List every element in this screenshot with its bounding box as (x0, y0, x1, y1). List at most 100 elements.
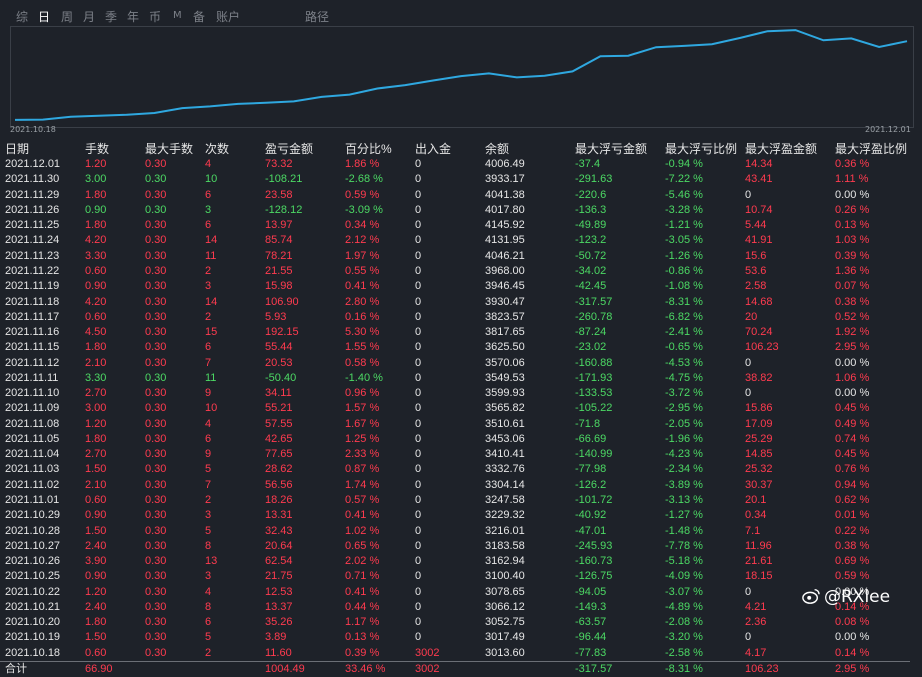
cell-mflp: -3.13 % (665, 493, 703, 506)
cell-pnl: 32.43 (265, 524, 293, 537)
table-row[interactable]: 2021.11.12 2.10 0.30 7 20.53 0.58 % 0 3570.06 -1… (0, 355, 910, 370)
cell-io: 3002 (410, 660, 480, 677)
column-header-io[interactable]: 出入金 (410, 140, 480, 157)
tab-account[interactable]: 账户 (216, 8, 240, 25)
table-row[interactable]: 2021.11.18 4.20 0.30 14 106.90 2.80 % 0 3930.47… (0, 294, 910, 309)
table-row[interactable]: 2021.11.04 2.70 0.30 9 77.65 2.33 % 0 3410.41 -1… (0, 447, 910, 462)
column-header-lots[interactable]: 手数 (80, 140, 140, 157)
cell-mfl: -136.3 (575, 203, 607, 216)
table-row[interactable]: 2021.10.21 2.40 0.30 8 13.37 0.44 % 0 3066.12 -1… (0, 600, 910, 615)
tab-note[interactable]: 备 (193, 8, 205, 25)
cell-date: 2021.10.27 (5, 539, 61, 552)
cell-max-lots: 0.30 (145, 555, 167, 568)
cell-max-lots: 0.30 (145, 219, 167, 232)
cell-pct: 1.02 % (345, 524, 380, 537)
cell-date: 2021.11.17 (5, 310, 60, 323)
cell-mfpp: 0.36 % (835, 158, 870, 171)
tab-overview[interactable]: 综 (16, 8, 28, 25)
cell-pnl: 35.26 (265, 616, 293, 629)
cell-count: 15 (205, 326, 218, 339)
cell-lots: 4.50 (85, 326, 107, 339)
cell-count: 3 (205, 203, 212, 216)
column-header-mfl[interactable]: 最大浮亏金额 (570, 140, 660, 157)
table-row[interactable]: 2021.10.22 1.20 0.30 4 12.53 0.41 % 0 3078.65 -9… (0, 584, 910, 599)
cell-mflp: -3.72 % (665, 387, 703, 400)
cell-io: 0 (415, 280, 422, 293)
table-row[interactable]: 2021.10.19 1.50 0.30 5 3.89 0.13 % 0 3017.49 -96… (0, 630, 910, 645)
cell-balance: 3332.76 (485, 463, 525, 476)
cell-mflp: -2.08 % (665, 616, 703, 629)
table-row[interactable]: 2021.11.03 1.50 0.30 5 28.62 0.87 % 0 3332.76 -7… (0, 462, 910, 477)
column-header-mfpp[interactable]: 最大浮盈比例 (830, 140, 910, 157)
table-row[interactable]: 2021.12.01 1.20 0.30 4 73.32 1.86 % 0 4006.49 -3… (0, 157, 910, 172)
cell-pct: -2.68 % (345, 173, 383, 186)
table-total-row[interactable]: 合计 66.90 1004.49 33.46 % 3002 -317.57 -8.31 % 1… (0, 660, 910, 677)
table-row[interactable]: 2021.11.26 0.90 0.30 3 -128.12 -3.09 % 0 4017.8… (0, 203, 910, 218)
tab-month[interactable]: 月 (83, 8, 95, 25)
cell-mfpp: 0.59 % (835, 570, 870, 583)
tab-day[interactable]: 日 (38, 8, 50, 25)
cell-max-lots: 0.30 (145, 188, 167, 201)
table-row[interactable]: 2021.10.20 1.80 0.30 6 35.26 1.17 % 0 3052.75 -6… (0, 615, 910, 630)
column-header-max-lots[interactable]: 最大手数 (140, 140, 200, 157)
tab-week[interactable]: 周 (61, 8, 73, 25)
table-row[interactable]: 2021.11.10 2.70 0.30 9 34.11 0.96 % 0 3599.93 -1… (0, 386, 910, 401)
cell-count: 5 (205, 631, 212, 644)
table-row[interactable]: 2021.11.30 3.00 0.30 10 -108.21 -2.68 % 0 3933.… (0, 172, 910, 187)
cell-balance: 4017.80 (485, 203, 525, 216)
table-row[interactable]: 2021.11.29 1.80 0.30 6 23.58 0.59 % 0 4041.38 -2… (0, 188, 910, 203)
table-row[interactable]: 2021.11.22 0.60 0.30 2 21.55 0.55 % 0 3968.00 -3… (0, 264, 910, 279)
cell-pnl: 62.54 (265, 555, 293, 568)
cell-balance: 3017.49 (485, 631, 525, 644)
table-row[interactable]: 2021.11.05 1.80 0.30 6 42.65 1.25 % 0 3453.06 -6… (0, 432, 910, 447)
column-header-pct[interactable]: 百分比% (340, 140, 410, 157)
cell-max-lots: 0.30 (145, 478, 167, 491)
cell-lots: 0.60 (85, 264, 107, 277)
table-row[interactable]: 2021.11.23 3.30 0.30 11 78.21 1.97 % 0 4046.21 -… (0, 249, 910, 264)
table-row[interactable]: 2021.10.26 3.90 0.30 13 62.54 2.02 % 0 3162.94 -… (0, 554, 910, 569)
table-row[interactable]: 2021.11.17 0.60 0.30 2 5.93 0.16 % 0 3823.57 -26… (0, 310, 910, 325)
cell-max-lots: 0.30 (145, 234, 167, 247)
cell-mfpp: 0.22 % (835, 524, 870, 537)
tab-quarter[interactable]: 季 (105, 8, 117, 25)
cell-count: 14 (205, 234, 218, 247)
table-row[interactable]: 2021.11.08 1.20 0.30 4 57.55 1.67 % 0 3510.61 -7… (0, 417, 910, 432)
column-header-date[interactable]: 日期 (0, 140, 80, 157)
tab-currency[interactable]: 币 (149, 8, 161, 25)
column-header-pnl[interactable]: 盈亏金额 (260, 140, 340, 157)
cell-lots: 3.30 (85, 249, 107, 262)
cell-count: 11 (205, 249, 217, 262)
table-row[interactable]: 2021.10.18 0.60 0.30 2 11.60 0.39 % 3002 3013.6… (0, 646, 910, 662)
table-row[interactable]: 2021.10.25 0.90 0.30 3 21.75 0.71 % 0 3100.40 -1… (0, 569, 910, 584)
cell-pnl: 13.37 (265, 600, 293, 613)
tab-year[interactable]: 年 (127, 8, 139, 25)
column-header-mfp[interactable]: 最大浮盈金额 (740, 140, 830, 157)
table-row[interactable]: 2021.11.19 0.90 0.30 3 15.98 0.41 % 0 3946.45 -4… (0, 279, 910, 294)
cell-mfpp: 1.11 % (835, 173, 869, 186)
cell-max-lots: 0.30 (145, 280, 167, 293)
table-row[interactable]: 2021.11.02 2.10 0.30 7 56.56 1.74 % 0 3304.14 -1… (0, 478, 910, 493)
cell-pct: 1.25 % (345, 432, 380, 445)
cell-balance: 3823.57 (485, 310, 525, 323)
table-row[interactable]: 2021.11.25 1.80 0.30 6 13.97 0.34 % 0 4145.92 -4… (0, 218, 910, 233)
cell-pct: 0.41 % (345, 280, 380, 293)
cell-count: 2 (205, 310, 212, 323)
tab-m[interactable]: M (173, 10, 182, 21)
column-header-balance[interactable]: 余额 (480, 140, 570, 157)
table-row[interactable]: 2021.11.09 3.00 0.30 10 55.21 1.57 % 0 3565.82 -… (0, 401, 910, 416)
table-row[interactable]: 2021.10.29 0.90 0.30 3 13.31 0.41 % 0 3229.32 -4… (0, 508, 910, 523)
cell-count: 14 (205, 295, 218, 308)
cell-count: 4 (205, 158, 212, 171)
column-header-count[interactable]: 次数 (200, 140, 260, 157)
table-row[interactable]: 2021.11.24 4.20 0.30 14 85.74 2.12 % 0 4131.95 -… (0, 233, 910, 248)
cell-mfp: 41.91 (745, 234, 773, 247)
column-header-mflp[interactable]: 最大浮亏比例 (660, 140, 740, 157)
tab-path[interactable]: 路径 (305, 8, 329, 25)
table-row[interactable]: 2021.11.01 0.60 0.30 2 18.26 0.57 % 0 3247.58 -1… (0, 493, 910, 508)
table-row[interactable]: 2021.10.27 2.40 0.30 8 20.64 0.65 % 0 3183.58 -2… (0, 539, 910, 554)
table-row[interactable]: 2021.11.11 3.30 0.30 11 -50.40 -1.40 % 0 3549.5… (0, 371, 910, 386)
table-row[interactable]: 2021.11.16 4.50 0.30 15 192.15 5.30 % 0 3817.65… (0, 325, 910, 340)
cell-mfpp: 0.39 % (835, 249, 870, 262)
table-row[interactable]: 2021.11.15 1.80 0.30 6 55.44 1.55 % 0 3625.50 -2… (0, 340, 910, 355)
table-row[interactable]: 2021.10.28 1.50 0.30 5 32.43 1.02 % 0 3216.01 -4… (0, 523, 910, 538)
